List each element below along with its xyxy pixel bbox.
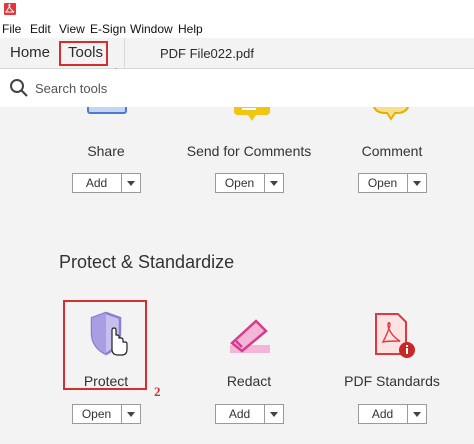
title-bar: [0, 0, 474, 20]
comment-icon: [372, 107, 410, 121]
tool-label-send-for-comments: Send for Comments: [186, 143, 312, 159]
acrobat-icon: [4, 3, 16, 15]
tab-home[interactable]: Home: [10, 44, 50, 61]
menu-edit[interactable]: Edit: [30, 22, 51, 36]
tool-label-comment: Comment: [361, 143, 423, 159]
protect-open-button[interactable]: Open: [72, 404, 141, 424]
chevron-down-icon[interactable]: [127, 412, 135, 417]
redact-add-button[interactable]: Add: [215, 404, 284, 424]
menu-file[interactable]: File: [2, 22, 21, 36]
share-icon: [87, 107, 127, 114]
tools-highlight-box: [59, 41, 108, 66]
search-input[interactable]: Search tools: [35, 81, 107, 96]
menu-bar: File Edit View E-Sign Window Help: [0, 20, 474, 39]
chevron-down-icon[interactable]: [270, 181, 278, 186]
tab-document[interactable]: PDF File022.pdf: [160, 46, 254, 61]
menu-help[interactable]: Help: [178, 22, 203, 36]
search-bar[interactable]: Search tools: [0, 69, 474, 108]
search-icon: [10, 79, 28, 97]
menu-view[interactable]: View: [59, 22, 85, 36]
chevron-down-icon[interactable]: [127, 181, 135, 186]
send-for-comments-icon: [234, 107, 270, 121]
chevron-down-icon[interactable]: [413, 181, 421, 186]
annotation-step-2: 2: [154, 384, 161, 399]
menu-window[interactable]: Window: [130, 22, 173, 36]
share-add-button[interactable]: Add: [72, 173, 141, 193]
comment-open-button[interactable]: Open: [358, 173, 427, 193]
chevron-down-icon[interactable]: [413, 412, 421, 417]
send-for-comments-open-button[interactable]: Open: [215, 173, 284, 193]
chevron-down-icon[interactable]: [270, 412, 278, 417]
shield-icon: [90, 311, 128, 356]
tools-panel: Share Send for Comments Comment Add Open…: [0, 107, 474, 444]
tool-label-redact: Redact: [226, 373, 272, 389]
pdf-standards-add-button[interactable]: Add: [358, 404, 427, 424]
section-title: Protect & Standardize: [59, 252, 235, 272]
pdf-standards-icon: [375, 313, 415, 358]
tab-divider: [124, 38, 125, 68]
tool-label-pdf-standards: PDF Standards: [344, 373, 440, 389]
tool-label-share: Share: [87, 143, 125, 159]
menu-e-sign[interactable]: E-Sign: [90, 22, 126, 36]
redact-marker-icon: [230, 319, 270, 353]
